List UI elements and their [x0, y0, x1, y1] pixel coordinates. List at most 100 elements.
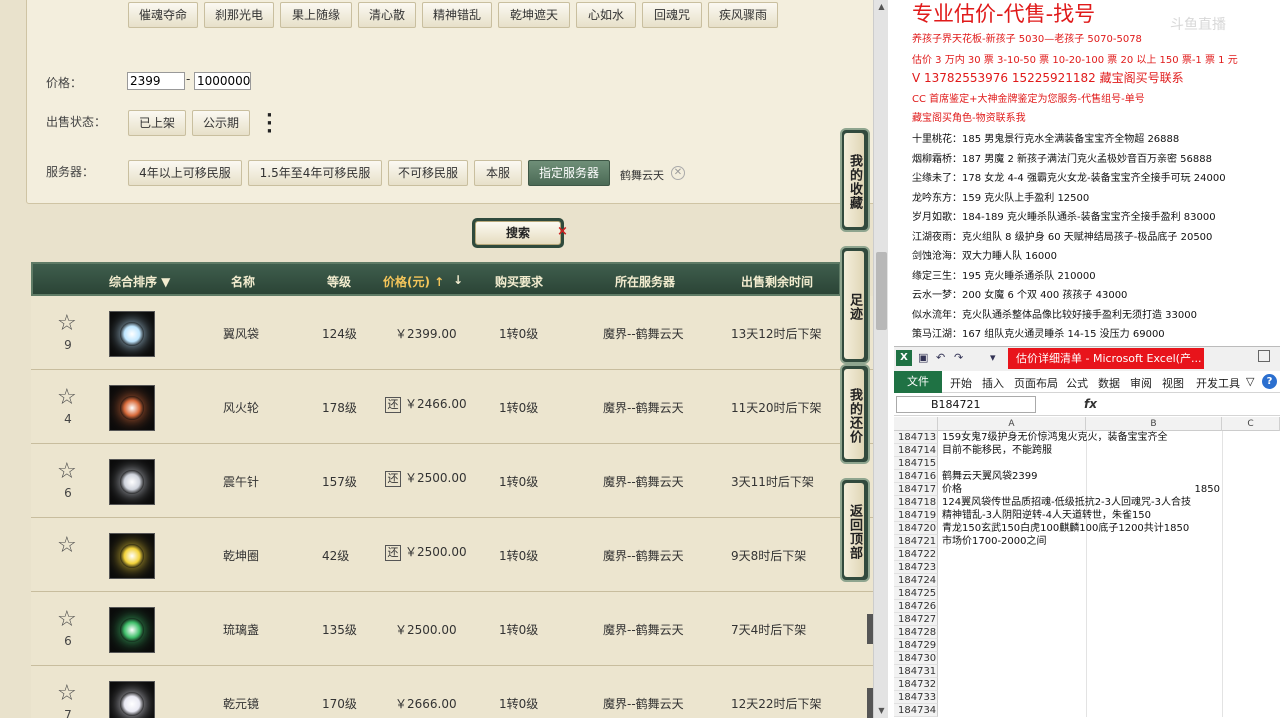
row-number[interactable]: 184713 — [894, 431, 938, 444]
school-option[interactable]: 心如水 — [576, 2, 636, 28]
close-icon[interactable]: ✕ — [671, 166, 685, 180]
row-number[interactable]: 184715 — [894, 457, 938, 470]
item-image[interactable] — [109, 607, 155, 653]
item-name[interactable]: 翼风袋 — [223, 325, 259, 342]
sheet-row[interactable]: 184732 — [894, 678, 1280, 691]
item-name[interactable]: 风火轮 — [223, 399, 259, 416]
haggle-icon[interactable]: 还 — [385, 396, 401, 413]
listing-row[interactable]: ☆ 9 翼风袋 124级 ￥2399.00 1转0级 魔界--鹤舞云天 13天12时后下架 — [31, 296, 873, 370]
row-number[interactable]: 184719 — [894, 509, 938, 522]
sheet-row[interactable]: 184720 青龙150玄武150白虎100麒麟100底子1200共计1850 — [894, 522, 1280, 535]
sheet-row[interactable]: 184719 精神错乱-3人阴阳逆转-4人天道转世，朱雀150 — [894, 509, 1280, 522]
column-header-c[interactable]: C — [1222, 417, 1280, 431]
sheet-row[interactable]: 184727 — [894, 613, 1280, 626]
help-icon[interactable]: ? — [1262, 374, 1277, 389]
scroll-down-icon[interactable]: ▼ — [874, 704, 888, 718]
row-number[interactable]: 184717 — [894, 483, 938, 496]
more-dots-icon[interactable]: · · · — [266, 107, 273, 141]
sheet-row[interactable]: 184718 124翼风袋传世品质招魂-低级抵抗2-3人回魂咒-3人合技 — [894, 496, 1280, 509]
haggle-icon[interactable]: 还 — [385, 544, 401, 561]
price-max-input[interactable]: 1000000 — [194, 72, 251, 90]
sort-dropdown[interactable]: 综合排序 ▼ — [109, 273, 170, 290]
favorite-star-icon[interactable]: ☆ — [57, 609, 77, 631]
ribbon-tab[interactable]: 插入 — [982, 375, 1004, 391]
row-number[interactable]: 184721 — [894, 535, 938, 548]
ribbon-tab[interactable]: 审阅 — [1130, 375, 1152, 391]
cell-a[interactable]: 精神错乱-3人阴阳逆转-4人天道转世，朱雀150 — [942, 509, 1151, 522]
sheet-row[interactable]: 184733 — [894, 691, 1280, 704]
sheet-row[interactable]: 184714 目前不能移民，不能跨服 — [894, 444, 1280, 457]
cell-a[interactable]: 价格 — [942, 483, 962, 496]
cell-a[interactable]: 124翼风袋传世品质招魂-低级抵抗2-3人回魂咒-3人合技 — [942, 496, 1191, 509]
sheet-row[interactable]: 184721 市场价1700-2000之间 — [894, 535, 1280, 548]
school-option[interactable]: 刹那光电 — [204, 2, 274, 28]
sheet-row[interactable]: 184728 — [894, 626, 1280, 639]
row-number[interactable]: 184726 — [894, 600, 938, 613]
listing-row[interactable]: ☆ 乾坤圈 42级 还 ￥2500.00 1转0级 魔界--鹤舞云天 9天8时后下架 — [31, 518, 873, 592]
item-image[interactable] — [109, 681, 155, 718]
cell-a[interactable]: 青龙150玄武150白虎100麒麟100底子1200共计1850 — [942, 522, 1189, 535]
item-image[interactable] — [109, 385, 155, 431]
row-number[interactable]: 184718 — [894, 496, 938, 509]
school-option[interactable]: 疾风骤雨 — [708, 2, 778, 28]
school-option[interactable]: 催魂夺命 — [128, 2, 198, 28]
sheet-row[interactable]: 184723 — [894, 561, 1280, 574]
ribbon-tab[interactable]: 页面布局 — [1014, 375, 1058, 391]
select-all-corner[interactable] — [894, 417, 938, 431]
server-option[interactable]: 不可移民服 — [388, 160, 468, 186]
cell-a[interactable]: 159女鬼7级护身无价惊鸿鬼火克火，装备宝宝齐全 — [942, 431, 1167, 444]
favorite-star-icon[interactable]: ☆ — [57, 313, 77, 335]
row-number[interactable]: 184727 — [894, 613, 938, 626]
school-option[interactable]: 回魂咒 — [642, 2, 702, 28]
side-tab-history[interactable]: 足迹 — [840, 246, 870, 364]
row-number[interactable]: 184728 — [894, 626, 938, 639]
sheet-row[interactable]: 184716 鹤舞云天翼风袋2399 — [894, 470, 1280, 483]
listing-row[interactable]: ☆ 4 风火轮 178级 还 ￥2466.00 1转0级 魔界--鹤舞云天 11天20时后下架 — [31, 370, 873, 444]
school-option[interactable]: 果上随缘 — [280, 2, 352, 28]
row-number[interactable]: 184714 — [894, 444, 938, 457]
listing-row[interactable]: ☆ 6 琉璃盏 135级 ￥2500.00 1转0级 魔界--鹤舞云天 7天4时后下架 — [31, 592, 873, 666]
favorite-star-icon[interactable]: ☆ — [57, 461, 77, 483]
row-number[interactable]: 184722 — [894, 548, 938, 561]
search-button[interactable]: 搜索 — [472, 218, 564, 248]
side-tab-back-to-top[interactable]: 返回顶部 — [840, 478, 870, 582]
column-header-a[interactable]: A — [938, 417, 1086, 431]
item-name[interactable]: 震午针 — [223, 473, 259, 490]
sheet-row[interactable]: 184729 — [894, 639, 1280, 652]
row-number[interactable]: 184733 — [894, 691, 938, 704]
favorite-star-icon[interactable]: ☆ — [57, 683, 77, 705]
favorite-star-icon[interactable]: ☆ — [57, 387, 77, 409]
cell-b[interactable]: 1850 — [1168, 483, 1220, 496]
fx-icon[interactable]: fx — [1084, 397, 1097, 411]
ribbon-tab-file[interactable]: 文件 — [894, 371, 942, 393]
sheet-row[interactable]: 184715 — [894, 457, 1280, 470]
ribbon-tab[interactable]: 公式 — [1066, 375, 1088, 391]
customize-toolbar-icon[interactable]: ▾ — [990, 351, 996, 364]
sheet-row[interactable]: 184722 — [894, 548, 1280, 561]
sheet-row[interactable]: 184713 159女鬼7级护身无价惊鸿鬼火克火，装备宝宝齐全 — [894, 431, 1280, 444]
item-name[interactable]: 乾元镜 — [223, 695, 259, 712]
haggle-icon[interactable]: 还 — [385, 470, 401, 487]
column-header-b[interactable]: B — [1086, 417, 1222, 431]
row-number[interactable]: 184730 — [894, 652, 938, 665]
row-number[interactable]: 184723 — [894, 561, 938, 574]
server-option[interactable]: 本服 — [474, 160, 522, 186]
row-number[interactable]: 184725 — [894, 587, 938, 600]
row-number[interactable]: 184731 — [894, 665, 938, 678]
item-name[interactable]: 琉璃盏 — [223, 621, 259, 638]
side-tab-favorites[interactable]: 我的收藏 — [840, 128, 870, 232]
sheet-row[interactable]: 184730 — [894, 652, 1280, 665]
server-option[interactable]: 4年以上可移民服 — [128, 160, 242, 186]
price-sort-desc-icon[interactable]: ↓ — [453, 273, 463, 287]
undo-icon[interactable]: ↶ — [936, 351, 945, 364]
cell-a[interactable]: 鹤舞云天翼风袋2399 — [942, 470, 1037, 483]
sheet-row[interactable]: 184726 — [894, 600, 1280, 613]
item-image[interactable] — [109, 311, 155, 357]
school-option[interactable]: 精神错乱 — [422, 2, 492, 28]
row-number[interactable]: 184716 — [894, 470, 938, 483]
item-image[interactable] — [109, 459, 155, 505]
status-option-listed[interactable]: 已上架 — [128, 110, 186, 136]
item-name[interactable]: 乾坤圈 — [223, 547, 259, 564]
scroll-up-icon[interactable]: ▲ — [874, 0, 888, 14]
sheet-row[interactable]: 184725 — [894, 587, 1280, 600]
